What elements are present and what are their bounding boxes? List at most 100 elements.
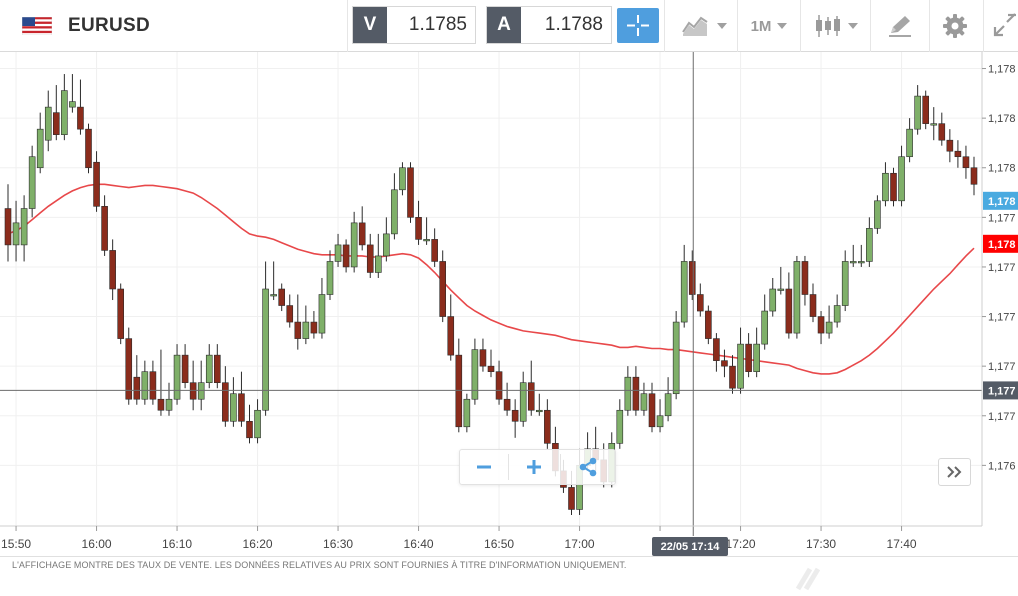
candle-body-down xyxy=(696,294,704,312)
candle-body-down xyxy=(117,288,124,339)
zoom-out-button[interactable] xyxy=(460,450,508,484)
candle-body-down xyxy=(4,208,12,246)
candle-body-up xyxy=(391,189,398,235)
candlestick-icon xyxy=(816,15,840,37)
candle-body-down xyxy=(721,360,728,367)
area-chart-icon xyxy=(682,16,708,36)
candle-body-up xyxy=(334,244,342,262)
time-tick-label: 17:00 xyxy=(565,537,595,551)
cursor-price-tag: 1,177 xyxy=(983,381,1018,400)
candle-body-down xyxy=(922,95,930,124)
candle-body-down xyxy=(527,382,535,411)
fullscreen-button[interactable] xyxy=(990,0,1018,52)
candle xyxy=(407,162,414,223)
zoom-divider xyxy=(508,454,509,480)
candle xyxy=(85,123,92,174)
candle-body-up xyxy=(866,228,873,262)
candle-body-down xyxy=(93,161,100,207)
candle-body-down xyxy=(890,172,897,202)
timeframe-label: 1M xyxy=(750,17,772,35)
drawing-tools-button[interactable] xyxy=(874,0,926,52)
settings-button[interactable] xyxy=(931,0,979,52)
candle-body-up xyxy=(20,208,28,246)
candle-body-down xyxy=(954,150,962,158)
toolbar-divider xyxy=(983,0,984,52)
toolbar-divider xyxy=(800,0,801,52)
candle-body-down xyxy=(962,156,970,169)
candle-body-up xyxy=(69,101,76,108)
timeframe-dropdown[interactable]: 1M xyxy=(740,0,798,52)
candle-body-up xyxy=(471,349,479,400)
candle-body-down xyxy=(310,321,318,334)
candle-body-up xyxy=(825,321,833,334)
candle xyxy=(28,145,36,218)
candle-body-up xyxy=(44,106,52,141)
time-tick-label: 16:40 xyxy=(404,537,434,551)
candle xyxy=(922,90,930,130)
buy-price-button[interactable]: A 1.1788 xyxy=(486,6,612,44)
candle-body-down xyxy=(189,382,197,400)
candle xyxy=(874,195,881,234)
candle-body-up xyxy=(197,382,205,400)
drawing-pencil-icon xyxy=(889,16,911,37)
bid-price-tag-label: 1,178 xyxy=(988,196,1016,208)
candle-body-up xyxy=(350,222,358,268)
candle-body-up xyxy=(302,321,310,339)
toolbar-divider xyxy=(347,0,348,52)
candle-body-up xyxy=(793,261,801,334)
candle-body-down xyxy=(246,420,253,439)
symbol-selector[interactable]: EURUSD xyxy=(21,0,150,52)
double-chevron-right-icon xyxy=(946,466,961,478)
candle-body-up xyxy=(383,233,390,257)
bid-price-tag: 1,178 xyxy=(983,191,1018,210)
candle-body-up xyxy=(318,294,326,334)
candle xyxy=(125,327,133,405)
chevron-down-icon xyxy=(717,23,727,29)
candle-body-up xyxy=(841,261,849,306)
zoom-controls xyxy=(459,449,616,485)
zoom-divider xyxy=(560,454,561,480)
candle-body-down xyxy=(455,354,463,428)
crosshair-button[interactable] xyxy=(617,8,659,43)
candle-body-down xyxy=(294,321,302,339)
zoom-in-button[interactable] xyxy=(510,450,558,484)
candle xyxy=(890,167,897,207)
candle-body-up xyxy=(672,321,680,395)
candle xyxy=(672,311,680,400)
candle-body-down xyxy=(85,128,92,169)
candle-body-down xyxy=(358,222,366,246)
candle-body-down xyxy=(495,371,503,400)
candle-body-down xyxy=(415,217,422,240)
toolbar-divider xyxy=(664,0,665,52)
buy-price: 1.1788 xyxy=(544,14,603,35)
candle-body-up xyxy=(423,239,430,242)
candle-body-down xyxy=(809,294,817,317)
candle-body-down xyxy=(366,244,374,273)
candle-body-down xyxy=(77,106,84,130)
crosshair-icon xyxy=(627,15,649,36)
candle-body-down xyxy=(785,288,793,334)
candle xyxy=(705,305,712,345)
candle-body-down xyxy=(801,261,809,295)
candle-body-up xyxy=(906,128,913,158)
price-tick-label: 1,176 xyxy=(988,460,1016,472)
price-tick-label: 1,178 xyxy=(988,64,1016,76)
candle-body-down xyxy=(52,112,60,135)
candle-body-down xyxy=(157,398,165,411)
candle-body-up xyxy=(173,354,181,400)
us-flag-icon xyxy=(21,16,53,36)
candle-type-dropdown[interactable] xyxy=(806,0,866,52)
sell-price-button[interactable]: V 1.1785 xyxy=(352,6,476,44)
chevron-down-icon xyxy=(777,23,788,29)
time-tick-label: 15:50 xyxy=(1,537,31,551)
scroll-to-latest-button[interactable] xyxy=(938,458,971,486)
chart-type-dropdown[interactable] xyxy=(674,0,734,52)
candle-body-down xyxy=(745,343,752,372)
time-tick-label: 17:20 xyxy=(726,537,756,551)
share-button[interactable] xyxy=(564,450,612,484)
price-tick-label: 1,177 xyxy=(988,411,1016,423)
sell-price: 1.1785 xyxy=(408,14,467,35)
candle-body-up xyxy=(141,371,149,400)
candle-body-down xyxy=(713,338,720,361)
candle xyxy=(439,250,447,323)
